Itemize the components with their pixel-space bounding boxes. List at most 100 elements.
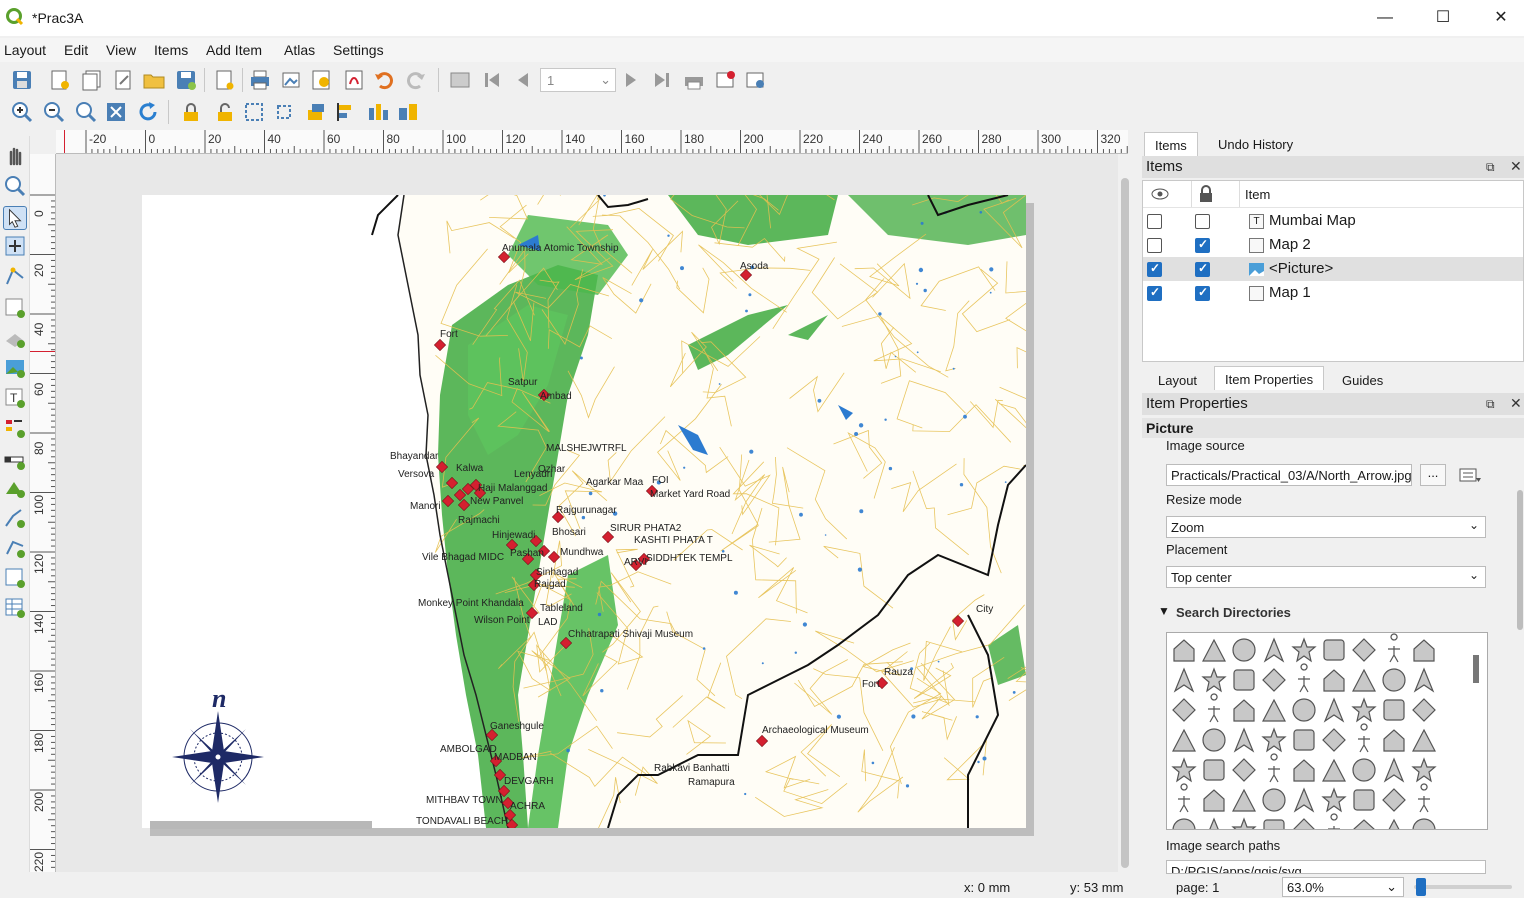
lock-checkbox[interactable] xyxy=(1195,261,1210,277)
maximize-button[interactable]: ☐ xyxy=(1420,4,1466,32)
raise-items-icon[interactable] xyxy=(304,100,328,124)
zoom-full-icon[interactable] xyxy=(104,100,128,124)
zoom-in-icon[interactable] xyxy=(10,100,34,124)
atlas-preview-icon[interactable] xyxy=(448,68,472,92)
add-html-icon[interactable] xyxy=(3,566,27,590)
add-node-item-icon[interactable] xyxy=(3,536,27,560)
add-attribute-table-icon[interactable] xyxy=(3,596,27,620)
menu-settings[interactable]: Settings xyxy=(333,42,384,58)
close-panel-icon[interactable]: ✕ xyxy=(1510,158,1522,175)
visibility-checkbox[interactable] xyxy=(1147,214,1162,229)
add-label-icon[interactable]: T xyxy=(3,386,27,410)
browse-button[interactable]: ... xyxy=(1420,464,1446,486)
layout-page[interactable]: n Anumala Atomic Township Asoda Fort Sat… xyxy=(142,195,1026,828)
visibility-checkbox[interactable] xyxy=(1147,285,1162,301)
float-panel-icon[interactable]: ⧉ xyxy=(1486,160,1495,175)
canvas-vertical-scrollbar[interactable] xyxy=(1118,154,1132,872)
export-atlas-icon[interactable] xyxy=(714,68,738,92)
menu-atlas[interactable]: Atlas xyxy=(284,42,315,58)
symbol-grid-icons[interactable] xyxy=(1167,633,1473,830)
item-row-map-1[interactable]: Map 1 xyxy=(1143,281,1523,305)
add-legend-icon[interactable] xyxy=(3,416,27,440)
image-source-field[interactable]: Practicals/Practical_03/A/North_Arrow.jp… xyxy=(1166,464,1412,486)
add-picture-icon[interactable] xyxy=(3,356,27,380)
minimize-button[interactable]: — xyxy=(1362,4,1408,32)
pan-tool-icon[interactable] xyxy=(3,144,27,168)
collapse-triangle-icon[interactable]: ▼ xyxy=(1158,604,1170,618)
refresh-icon[interactable] xyxy=(136,100,160,124)
open-template-icon[interactable] xyxy=(142,68,166,92)
print-icon[interactable] xyxy=(248,68,272,92)
menu-view[interactable]: View xyxy=(106,42,136,58)
menu-items[interactable]: Items xyxy=(154,42,188,58)
add-north-arrow-icon[interactable] xyxy=(3,476,27,500)
export-image-icon[interactable] xyxy=(280,68,304,92)
add-polyline-icon[interactable] xyxy=(3,506,27,530)
chevron-down-icon[interactable]: ⌄ xyxy=(600,72,611,88)
export-svg-icon[interactable] xyxy=(310,68,334,92)
zoom-slider[interactable] xyxy=(1414,878,1512,896)
visibility-checkbox[interactable] xyxy=(1147,261,1162,277)
edit-nodes-icon[interactable] xyxy=(3,264,27,288)
lock-checkbox[interactable] xyxy=(1195,237,1210,253)
tab-layout[interactable]: Layout xyxy=(1148,368,1207,392)
resize-icon[interactable] xyxy=(396,100,420,124)
layout-manager-icon[interactable] xyxy=(112,68,136,92)
next-feature-icon[interactable] xyxy=(620,68,644,92)
item-row-picture[interactable]: <Picture> xyxy=(1143,257,1523,281)
tab-guides[interactable]: Guides xyxy=(1332,368,1393,392)
move-content-icon[interactable] xyxy=(3,234,27,258)
tab-undo-history[interactable]: Undo History xyxy=(1208,132,1303,156)
save-template-icon[interactable] xyxy=(174,68,198,92)
undo-icon[interactable] xyxy=(372,68,396,92)
new-layout-icon[interactable] xyxy=(48,68,72,92)
atlas-settings-icon[interactable] xyxy=(744,68,768,92)
scrollbar-thumb[interactable] xyxy=(1121,178,1129,868)
add-scalebar-icon[interactable] xyxy=(3,448,27,472)
zoom-slider-handle[interactable] xyxy=(1416,878,1426,896)
redo-icon[interactable] xyxy=(404,68,428,92)
zoom-actual-icon[interactable] xyxy=(74,100,98,124)
menu-add-item[interactable]: Add Item xyxy=(206,42,262,58)
lock-checkbox[interactable] xyxy=(1195,214,1210,229)
item-row-mumbai-map[interactable]: T Mumbai Map xyxy=(1143,209,1523,233)
zoom-out-icon[interactable] xyxy=(42,100,66,124)
ungroup-items-icon[interactable] xyxy=(272,100,296,124)
save-icon[interactable] xyxy=(10,68,34,92)
lock-checkbox[interactable] xyxy=(1195,285,1210,301)
unlock-items-icon[interactable] xyxy=(212,100,236,124)
scrollbar-thumb[interactable] xyxy=(1517,490,1523,630)
image-search-paths-field[interactable]: D:/PGIS/apps/qgis/svg xyxy=(1166,860,1486,874)
group-items-icon[interactable] xyxy=(242,100,266,124)
duplicate-layout-icon[interactable] xyxy=(80,68,104,92)
items-table[interactable]: Item T Mumbai Map Map 2 <Picture> Map 1 xyxy=(1142,180,1524,362)
menu-edit[interactable]: Edit xyxy=(64,42,88,58)
map-item[interactable]: Anumala Atomic Township Asoda Fort Satpur Am… xyxy=(368,195,1026,828)
close-panel-icon[interactable]: ✕ xyxy=(1510,395,1522,412)
properties-scrollbar[interactable] xyxy=(1516,440,1524,872)
resize-mode-select[interactable]: Zoom ⌄ xyxy=(1166,516,1486,538)
distribute-icon[interactable] xyxy=(366,100,390,124)
float-panel-icon[interactable]: ⧉ xyxy=(1486,397,1495,412)
tab-item-properties[interactable]: Item Properties xyxy=(1214,366,1325,390)
item-row-map-2[interactable]: Map 2 xyxy=(1143,233,1523,257)
previous-feature-icon[interactable] xyxy=(510,68,534,92)
export-pdf-icon[interactable] xyxy=(342,68,366,92)
add-3d-map-icon[interactable] xyxy=(3,326,27,350)
zoom-tool-icon[interactable] xyxy=(3,174,27,198)
first-feature-icon[interactable] xyxy=(480,68,504,92)
zoom-combobox[interactable]: 63.0% ⌄ xyxy=(1282,877,1404,897)
align-left-icon[interactable] xyxy=(334,100,358,124)
last-feature-icon[interactable] xyxy=(650,68,674,92)
add-pages-icon[interactable] xyxy=(212,68,236,92)
tab-items[interactable]: Items xyxy=(1144,132,1198,156)
close-button[interactable]: ✕ xyxy=(1478,4,1524,32)
atlas-page-input[interactable]: 1 ⌄ xyxy=(540,68,616,92)
search-directories-header[interactable]: Search Directories xyxy=(1176,605,1291,620)
grid-scrollbar-thumb[interactable] xyxy=(1473,655,1479,683)
placement-select[interactable]: Top center ⌄ xyxy=(1166,566,1486,588)
add-map-icon[interactable] xyxy=(3,296,27,320)
layout-canvas[interactable]: n Anumala Atomic Township Asoda Fort Sat… xyxy=(56,154,1118,872)
north-arrow-picture[interactable]: n xyxy=(168,685,272,811)
lock-items-icon[interactable] xyxy=(180,100,204,124)
